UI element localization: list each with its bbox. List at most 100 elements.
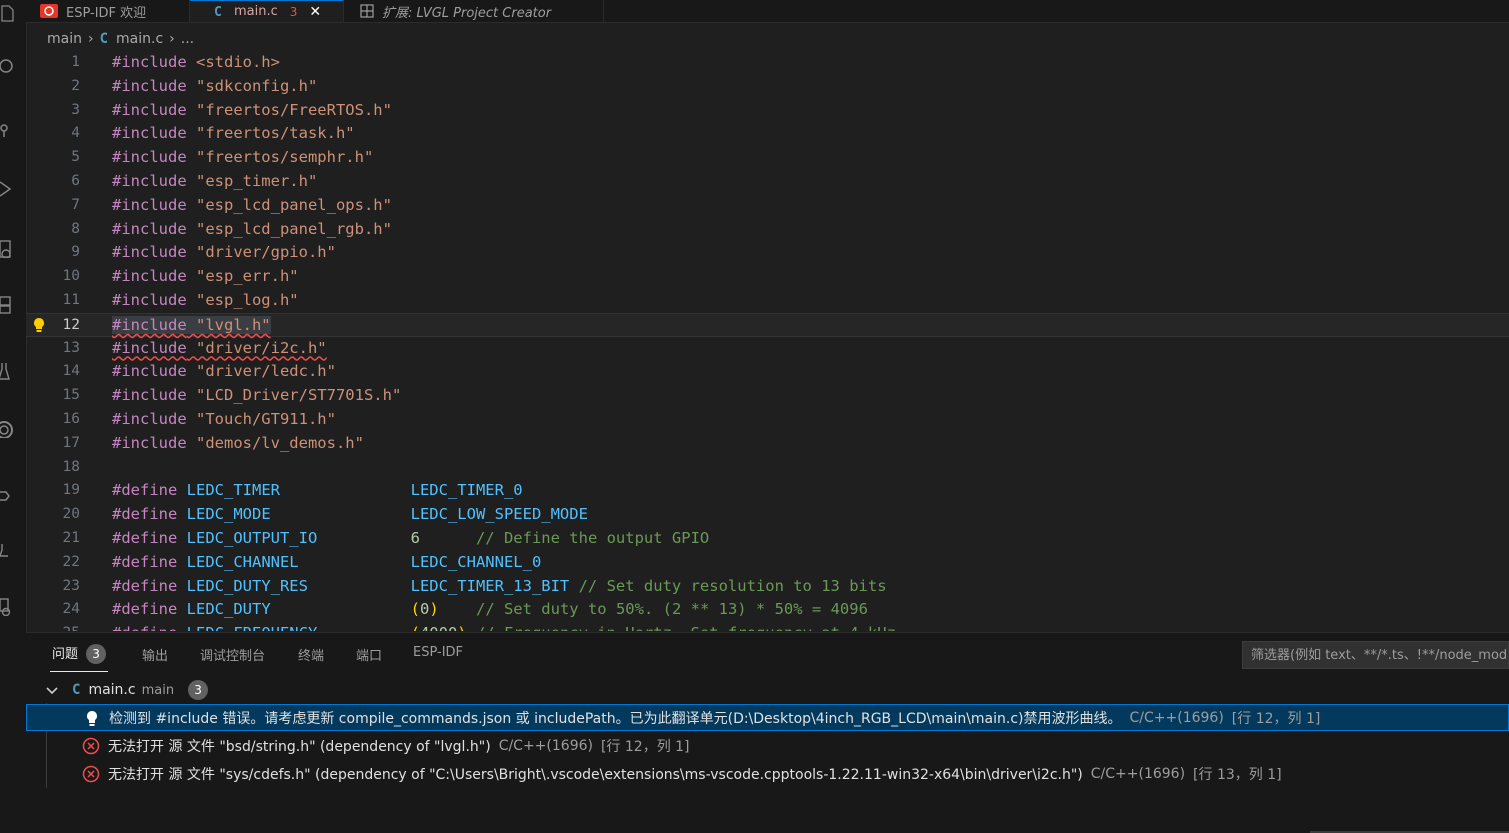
- code-token: #include: [112, 53, 187, 71]
- code-line[interactable]: 24 #define LEDC_DUTY (0) // Set duty to 5…: [26, 598, 1509, 622]
- chevron-down-icon[interactable]: [44, 682, 60, 698]
- explorer-icon[interactable]: [0, 4, 16, 22]
- code-token: 4000: [420, 624, 457, 631]
- code-line[interactable]: 25 #define LEDC_FREQUENCY (4000) // Frequ…: [26, 622, 1509, 631]
- remote-explorer-icon[interactable]: [0, 240, 16, 258]
- line-number: 20: [62, 506, 80, 523]
- problem-file-group[interactable]: C main.c main 3: [26, 679, 1509, 701]
- problem-file-name: main.c: [88, 682, 136, 698]
- line-number: 9: [71, 244, 80, 261]
- source-control-icon[interactable]: [0, 120, 16, 138]
- code-token: LEDC_MODE: [177, 505, 411, 524]
- code-line[interactable]: 20 #define LEDC_MODE LEDC_LOW_SPEED_MODE: [26, 503, 1509, 527]
- code-line[interactable]: 4 #include "freertos/task.h": [26, 122, 1509, 146]
- code-token: 0: [419, 600, 430, 619]
- bottom-panel: 问题 3 输出 调试控制台 终端 端口 ESP-IDF 筛选器(例如 text、*…: [26, 632, 1509, 833]
- code-token: #define: [112, 576, 178, 595]
- code-line[interactable]: 11 #include "esp_log.h": [26, 289, 1509, 313]
- tab-debug-console[interactable]: 调试控制台: [200, 645, 265, 664]
- code-text: #include "freertos/semphr.h": [112, 146, 373, 170]
- code-token: LEDC_DUTY: [177, 600, 411, 619]
- code-line[interactable]: 1 #include <stdio.h>: [26, 51, 1509, 75]
- code-token: LEDC_DUTY_RES: [177, 576, 411, 595]
- tab-problems[interactable]: 问题 3: [49, 643, 109, 672]
- code-text: #define LEDC_TIMER LEDC_TIMER_0: [112, 479, 523, 503]
- code-line[interactable]: 7 #include "esp_lcd_panel_ops.h": [26, 194, 1509, 218]
- breadcrumb-more[interactable]: ...: [181, 31, 194, 47]
- code-token: #include: [112, 433, 187, 452]
- line-number: 12: [62, 316, 80, 333]
- problems-filter-input[interactable]: 筛选器(例如 text、**/*.ts、!**/node_modules/**): [1242, 641, 1509, 669]
- line-number: 6: [71, 173, 80, 189]
- code-text: #include "esp_lcd_panel_ops.h": [112, 194, 392, 218]
- problem-source: C/C++(1696): [1129, 709, 1224, 726]
- tab-esp-idf-welcome[interactable]: ESP-IDF 欢迎: [26, 0, 190, 22]
- close-icon[interactable]: ✕: [309, 4, 321, 20]
- code-line[interactable]: 19 #define LEDC_TIMER LEDC_TIMER_0: [26, 479, 1509, 503]
- code-line[interactable]: 18: [26, 456, 1509, 480]
- code-editor[interactable]: 1 #include <stdio.h> 2 #include "sdkconfig.…: [26, 51, 1509, 631]
- code-text: #include "esp_timer.h": [112, 170, 317, 194]
- code-token: (: [410, 600, 420, 619]
- code-token: #define: [112, 505, 178, 524]
- extension-icon: [360, 4, 374, 18]
- code-line[interactable]: 12 #include "lvgl.h": [26, 312, 1509, 337]
- code-line[interactable]: 5 #include "freertos/semphr.h": [26, 146, 1509, 170]
- line-number: 18: [62, 458, 80, 475]
- search-icon[interactable]: [0, 58, 16, 76]
- problem-count-badge: 3: [86, 644, 107, 664]
- tab-ports[interactable]: 端口: [356, 645, 382, 664]
- problem-item[interactable]: 检测到 #include 错误。请考虑更新 compile_commands.j…: [26, 704, 1509, 731]
- code-token: "driver/i2c.h": [186, 338, 327, 357]
- code-token: #include: [112, 172, 187, 190]
- code-line[interactable]: 17 #include "demos/lv_demos.h": [26, 432, 1509, 456]
- line-number: 24: [62, 601, 80, 618]
- esp-idf-icon[interactable]: [0, 420, 16, 438]
- code-line[interactable]: 22 #define LEDC_CHANNEL LEDC_CHANNEL_0: [26, 551, 1509, 575]
- code-token: "esp_err.h": [186, 267, 299, 286]
- code-token: LEDC_TIMER: [177, 481, 411, 500]
- breadcrumb-folder[interactable]: main: [47, 31, 82, 47]
- editor-tab-bar: ESP-IDF 欢迎 C main.c 3 ✕ 扩展: LVGL Project…: [26, 0, 1509, 23]
- problem-item[interactable]: 无法打开 源 文件 "sys/cdefs.h" (dependency of "…: [26, 760, 1509, 787]
- error-icon: [82, 737, 100, 754]
- code-line[interactable]: 6 #include "esp_timer.h": [26, 170, 1509, 194]
- tab-output[interactable]: 输出: [142, 645, 168, 664]
- problem-source: C/C++(1696): [1090, 765, 1186, 782]
- code-line[interactable]: 13 #include "driver/i2c.h": [26, 337, 1509, 361]
- tab-main-c[interactable]: C main.c 3 ✕: [190, 0, 344, 22]
- code-token: #include: [112, 124, 187, 143]
- code-line[interactable]: 16 #include "Touch/GT911.h": [26, 408, 1509, 432]
- tools-icon[interactable]: [0, 486, 16, 504]
- code-line[interactable]: 14 #include "driver/ledc.h": [26, 360, 1509, 384]
- tab-terminal[interactable]: 终端: [298, 645, 324, 664]
- problem-count-badge: 3: [289, 4, 298, 19]
- code-line[interactable]: 9 #include "driver/gpio.h": [26, 241, 1509, 265]
- extensions-icon[interactable]: [0, 296, 16, 314]
- code-line[interactable]: 8 #include "esp_lcd_panel_rgb.h": [26, 218, 1509, 242]
- settings-sync-icon[interactable]: [0, 598, 16, 616]
- code-line[interactable]: 23 #define LEDC_DUTY_RES LEDC_TIMER_13_BI…: [26, 575, 1509, 599]
- problem-position: [行 12，列 1]: [1231, 710, 1321, 727]
- line-number: 7: [71, 196, 80, 213]
- code-token: #include: [112, 386, 187, 405]
- problem-message: 无法打开 源 文件 "sys/cdefs.h" (dependency of "…: [108, 766, 1083, 783]
- code-line[interactable]: 3 #include "freertos/FreeRTOS.h": [26, 99, 1509, 123]
- code-text: #include "esp_lcd_panel_rgb.h": [112, 218, 392, 242]
- code-line[interactable]: 2 #include "sdkconfig.h": [26, 75, 1509, 99]
- code-line[interactable]: 10 #include "esp_err.h": [26, 265, 1509, 289]
- code-line[interactable]: 21 #define LEDC_OUTPUT_IO 6 // Define the…: [26, 527, 1509, 551]
- line-number: 8: [71, 220, 80, 237]
- problem-item[interactable]: 无法打开 源 文件 "bsd/string.h" (dependency of …: [26, 732, 1509, 759]
- flask-icon[interactable]: [0, 540, 16, 558]
- run-debug-icon[interactable]: [0, 180, 16, 198]
- breadcrumb-file[interactable]: main.c: [116, 31, 163, 47]
- tab-lvgl-extension[interactable]: 扩展: LVGL Project Creator: [344, 0, 604, 22]
- testing-icon[interactable]: [0, 362, 16, 380]
- tab-esp-idf[interactable]: ESP-IDF: [413, 645, 463, 660]
- code-token: #define: [112, 481, 178, 500]
- code-token: // Set duty resolution to 13 bits: [569, 576, 887, 595]
- code-line[interactable]: 15 #include "LCD_Driver/ST7701S.h": [26, 384, 1509, 408]
- code-token: "demos/lv_demos.h": [186, 433, 364, 452]
- code-token: "Touch/GT911.h": [186, 410, 336, 428]
